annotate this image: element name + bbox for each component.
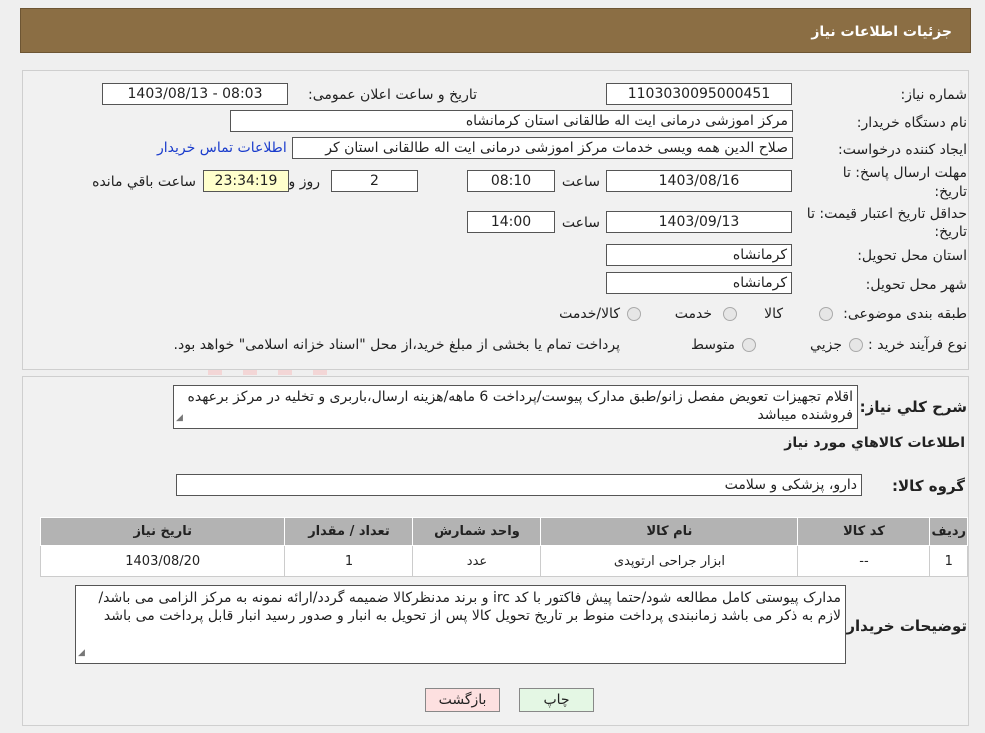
cell-date: 1403/08/20 bbox=[39, 545, 286, 577]
goods-group-label: گروه کالا: bbox=[892, 477, 965, 495]
reply-date-field: 1403/08/16 bbox=[606, 170, 792, 192]
page-header: جزئیات اطلاعات نیاز bbox=[20, 8, 971, 53]
col-row: رديف bbox=[929, 517, 968, 546]
need-number-label: شماره نیاز: bbox=[900, 87, 968, 103]
buyer-contact-link[interactable]: اطلاعات تماس خریدار bbox=[157, 140, 287, 156]
category-option-both: کالا/خدمت bbox=[559, 306, 620, 322]
category-option-goods: کالا bbox=[764, 306, 783, 322]
price-validity-date-field: 1403/09/13 bbox=[606, 211, 792, 233]
description-text: اقلام تجهیزات تعویض مفصل زانو/طبق مدارک … bbox=[187, 389, 853, 423]
buyer-notes-label: توضیحات خریدار: bbox=[840, 617, 967, 635]
purchase-option-medium: متوسط bbox=[691, 337, 735, 353]
price-validity-time-label: ساعت bbox=[561, 215, 600, 231]
col-date: تاريخ نياز bbox=[39, 517, 286, 546]
price-validity-label-2: تاریخ: bbox=[934, 224, 967, 240]
col-code: کد کالا bbox=[797, 517, 931, 546]
treasury-note: پرداخت تمام یا بخشی از مبلغ خرید،از محل … bbox=[173, 337, 620, 353]
col-qty: تعداد / مقدار bbox=[284, 517, 414, 546]
buyer-notes-text: مدارک پیوستی کامل مطالعه شود/حتما پیش فا… bbox=[98, 590, 841, 624]
delivery-province-label: استان محل تحویل: bbox=[857, 248, 967, 264]
back-button[interactable]: بازگشت bbox=[425, 688, 500, 712]
reply-time-field: 08:10 bbox=[467, 170, 555, 192]
reply-deadline-label: مهلت ارسال پاسخ: تا bbox=[842, 165, 967, 181]
col-unit: واحد شمارش bbox=[412, 517, 542, 546]
buyer-notes-textarea[interactable]: مدارک پیوستی کامل مطالعه شود/حتما پیش فا… bbox=[75, 585, 846, 664]
cell-code: -- bbox=[797, 545, 931, 577]
remaining-label: ساعت باقي مانده bbox=[92, 174, 196, 190]
buyer-org-field: مرکز اموزشی درمانی ایت اله طالقانی استان… bbox=[230, 110, 793, 132]
buyer-org-label: نام دستگاه خریدار: bbox=[856, 115, 967, 131]
category-label: طبقه بندی موضوعی: bbox=[843, 306, 967, 322]
print-button[interactable]: چاپ bbox=[519, 688, 594, 712]
price-validity-label: حداقل تاریخ اعتبار قیمت: تا bbox=[806, 206, 967, 222]
table-header-row: رديف کد کالا نام کالا واحد شمارش تعداد /… bbox=[39, 517, 968, 546]
purchase-type-label: نوع فرآیند خرید : bbox=[868, 337, 967, 353]
remaining-time-field: 23:34:19 bbox=[203, 170, 289, 192]
announce-field: 1403/08/13 - 08:03 bbox=[102, 83, 288, 105]
category-radio-service[interactable] bbox=[723, 307, 737, 321]
col-name: نام کالا bbox=[540, 517, 799, 546]
goods-group-field: دارو، پزشکی و سلامت bbox=[176, 474, 862, 496]
goods-info-title: اطلاعات کالاهاي مورد نياز bbox=[784, 435, 965, 451]
page-title: جزئیات اطلاعات نیاز bbox=[811, 24, 952, 40]
cell-row: 1 bbox=[929, 545, 968, 577]
reply-time-label: ساعت bbox=[561, 174, 600, 190]
description-textarea[interactable]: اقلام تجهیزات تعویض مفصل زانو/طبق مدارک … bbox=[173, 385, 858, 429]
purchase-option-minor: جزیي bbox=[810, 337, 842, 353]
reply-days-field: 2 bbox=[331, 170, 418, 192]
category-radio-both[interactable] bbox=[627, 307, 641, 321]
delivery-province-field: کرمانشاه bbox=[606, 244, 792, 266]
description-label: شرح کلي نياز: bbox=[859, 398, 967, 416]
cell-name: ابزار جراحی ارتوپدی bbox=[540, 545, 799, 577]
resize-grip-icon: ◢ bbox=[176, 413, 183, 423]
price-validity-time-field: 14:00 bbox=[467, 211, 555, 233]
category-option-service: خدمت bbox=[674, 306, 712, 322]
delivery-city-field: کرمانشاه bbox=[606, 272, 792, 294]
cell-unit: عدد bbox=[412, 545, 542, 577]
reply-deadline-label-2: تاریخ: bbox=[934, 184, 967, 200]
purchase-radio-medium[interactable] bbox=[742, 338, 756, 352]
days-label: روز و bbox=[288, 174, 321, 190]
purchase-radio-minor[interactable] bbox=[849, 338, 863, 352]
delivery-city-label: شهر محل تحویل: bbox=[865, 277, 967, 293]
category-radio-goods[interactable] bbox=[819, 307, 833, 321]
announce-label: تاریخ و ساعت اعلان عمومی: bbox=[308, 87, 477, 103]
cell-qty: 1 bbox=[284, 545, 414, 577]
resize-grip-icon: ◢ bbox=[78, 648, 85, 658]
table-row: 1 -- ابزار جراحی ارتوپدی عدد 1 1403/08/2… bbox=[39, 545, 968, 577]
need-number-field: 1103030095000451 bbox=[606, 83, 792, 105]
goods-table: رديف کد کالا نام کالا واحد شمارش تعداد /… bbox=[39, 517, 968, 577]
creator-label: ایجاد کننده درخواست: bbox=[838, 142, 967, 158]
creator-field: صلاح الدین همه ویسی خدمات مرکز اموزشی در… bbox=[292, 137, 793, 159]
